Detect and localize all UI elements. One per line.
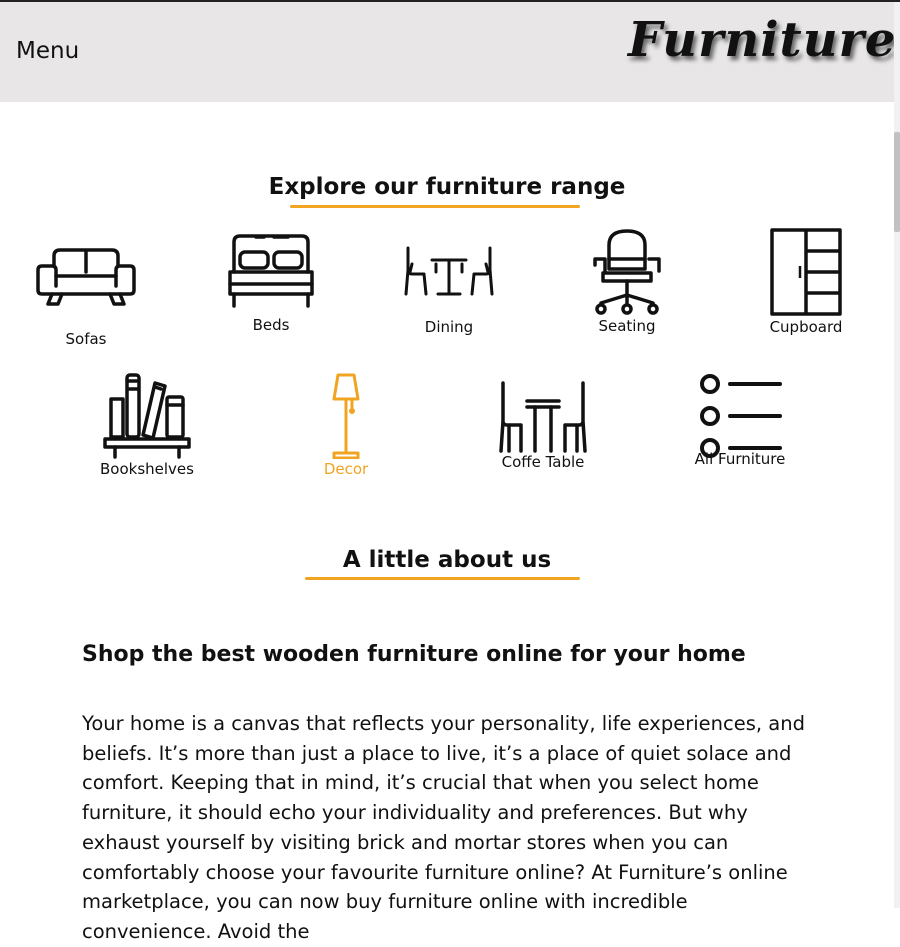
category-beds[interactable]: Beds — [211, 232, 331, 334]
category-bookshelves[interactable]: Bookshelves — [87, 373, 207, 478]
category-label: Cupboard — [769, 318, 843, 336]
category-dining[interactable]: Dining — [389, 246, 509, 336]
category-label: Decor — [323, 460, 369, 478]
category-label: Dining — [424, 318, 474, 336]
bookshelf-icon — [103, 373, 191, 459]
category-sofas[interactable]: Sofas — [26, 246, 146, 348]
category-label: Bookshelves — [100, 460, 194, 478]
category-seating[interactable]: Seating — [567, 229, 687, 335]
category-cupboard[interactable]: Cupboard — [746, 228, 866, 336]
explore-section-title: Explore our furniture range — [268, 174, 626, 200]
bed-icon — [228, 234, 314, 308]
cupboard-icon — [770, 228, 842, 316]
about-paragraph: Your home is a canvas that reflects your… — [82, 712, 805, 943]
category-label: Beds — [252, 316, 290, 334]
about-section-title: A little about us — [342, 547, 552, 573]
office-chair-icon — [593, 229, 661, 315]
dining-icon — [404, 246, 494, 296]
site-header: Menu Furniture — [0, 2, 896, 102]
menu-button[interactable]: Menu — [16, 38, 79, 64]
floor-lamp-icon — [332, 373, 360, 459]
category-label: Coffe Table — [501, 453, 585, 471]
page-scrollbar[interactable] — [894, 2, 900, 908]
category-label: Sofas — [65, 330, 107, 348]
category-label: All Furniture — [694, 450, 786, 468]
about-title-underline — [305, 577, 580, 580]
category-label: Seating — [598, 317, 656, 335]
about-heading: Shop the best wooden furniture online fo… — [82, 642, 746, 667]
sofa-icon — [36, 248, 136, 306]
explore-title-underline — [290, 205, 580, 208]
category-coffee-table[interactable]: Coffe Table — [483, 381, 603, 471]
category-decor[interactable]: Decor — [286, 373, 406, 478]
coffee-table-icon — [499, 381, 587, 453]
scrollbar-thumb[interactable] — [894, 132, 900, 232]
category-all-furniture[interactable]: All Furniture — [680, 372, 800, 468]
list-icon — [700, 374, 782, 458]
brand-logo[interactable]: Furniture — [628, 12, 896, 68]
